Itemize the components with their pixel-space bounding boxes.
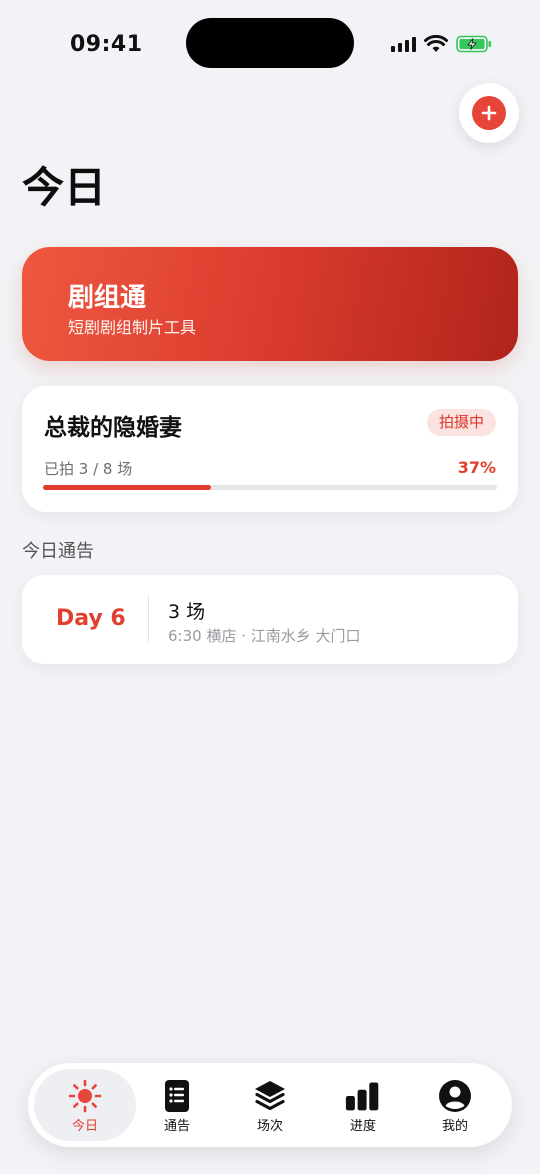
user-circle-icon — [437, 1079, 473, 1113]
divider — [148, 595, 149, 643]
progress-bar-fill — [43, 485, 211, 490]
battery-charging-icon — [456, 35, 491, 53]
banner-subtitle: 短剧剧组制片工具 — [68, 318, 197, 337]
wifi-icon — [424, 35, 448, 52]
tab-scenes[interactable]: 场次 — [219, 1069, 321, 1141]
progress-percent: 37% — [457, 458, 496, 477]
cellular-signal-icon — [391, 36, 416, 52]
progress-bar — [43, 485, 497, 490]
notice-card[interactable]: Day 6 3 场 6:30 横店 · 江南水乡 大门口 — [22, 575, 518, 664]
notice-scene-count: 3 场 — [168, 601, 206, 623]
tab-label: 通告 — [163, 1119, 190, 1134]
notice-day: Day 6 — [56, 606, 126, 631]
dynamic-island — [186, 18, 354, 68]
tab-notice[interactable]: 通告 — [126, 1069, 228, 1141]
project-card[interactable]: 总裁的隐婚妻 拍摄中 已拍 3 / 8 场 37% — [22, 386, 518, 512]
tab-label: 今日 — [71, 1119, 98, 1134]
tab-me[interactable]: 我的 — [404, 1069, 506, 1141]
status-time: 09:41 — [70, 32, 143, 57]
sun-icon — [67, 1079, 103, 1113]
tab-label: 进度 — [349, 1119, 376, 1134]
notice-list-icon — [159, 1079, 195, 1113]
progress-label: 已拍 3 / 8 场 — [44, 460, 133, 478]
project-title: 总裁的隐婚妻 — [44, 415, 182, 441]
add-button[interactable] — [459, 83, 519, 143]
tab-progress[interactable]: 进度 — [312, 1069, 414, 1141]
status-icons — [391, 34, 492, 54]
tab-today[interactable]: 今日 — [34, 1069, 136, 1141]
layers-icon — [252, 1079, 288, 1113]
bar-chart-icon — [345, 1079, 381, 1113]
status-bar: 09:41 — [0, 0, 540, 90]
tab-bar: 今日 通告 场次 进度 我的 — [28, 1063, 512, 1147]
section-title-notice: 今日通告 — [22, 541, 94, 562]
tab-label: 我的 — [441, 1119, 468, 1134]
banner-title: 剧组通 — [68, 283, 147, 313]
page-title: 今日 — [22, 163, 107, 212]
app-banner: 剧组通 短剧剧组制片工具 — [22, 247, 518, 361]
tab-label: 场次 — [256, 1119, 283, 1134]
plus-circle-icon — [472, 96, 506, 130]
status-badge: 拍摄中 — [426, 409, 496, 436]
notice-detail: 6:30 横店 · 江南水乡 大门口 — [168, 627, 361, 645]
